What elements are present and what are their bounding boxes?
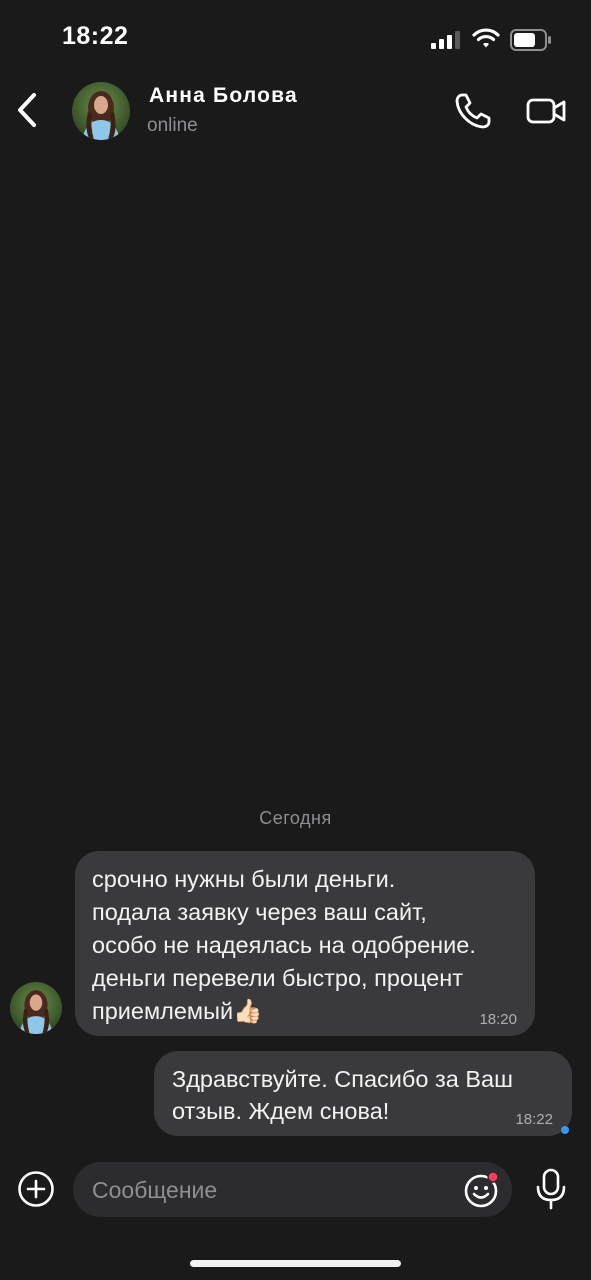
notification-dot bbox=[487, 1171, 499, 1183]
date-separator: Сегодня bbox=[259, 808, 332, 828]
outgoing-message[interactable]: Здравствуйте. Спасибо за Ваш отзыв. Ждем… bbox=[154, 1051, 572, 1136]
wifi-icon bbox=[472, 28, 500, 48]
back-chevron-icon bbox=[18, 93, 36, 127]
incoming-message[interactable]: срочно нужны были деньги. подала заявку … bbox=[75, 851, 535, 1036]
message-text: срочно нужны были деньги. подала заявку … bbox=[92, 866, 476, 1024]
microphone-icon[interactable] bbox=[533, 1167, 569, 1211]
message-time: 18:20 bbox=[479, 1011, 517, 1028]
home-indicator[interactable] bbox=[190, 1260, 401, 1267]
back-button[interactable] bbox=[14, 92, 44, 128]
input-placeholder: Сообщение bbox=[92, 1177, 218, 1203]
contact-name[interactable]: Анна Болова bbox=[149, 84, 298, 108]
message-input[interactable]: Сообщение bbox=[73, 1162, 512, 1217]
battery-icon bbox=[510, 29, 551, 51]
signal-icon bbox=[431, 31, 460, 49]
message-time: 18:22 bbox=[515, 1111, 553, 1128]
video-icon[interactable] bbox=[526, 96, 566, 126]
phone-icon[interactable] bbox=[454, 92, 492, 130]
contact-status: online bbox=[147, 115, 198, 136]
sender-avatar[interactable] bbox=[10, 982, 62, 1034]
avatar[interactable] bbox=[72, 82, 130, 140]
status-time: 18:22 bbox=[62, 22, 129, 50]
message-text: Здравствуйте. Спасибо за Ваш отзыв. Ждем… bbox=[172, 1066, 513, 1124]
plus-circle-icon[interactable] bbox=[17, 1170, 55, 1208]
sticker-icon[interactable] bbox=[462, 1171, 500, 1209]
read-indicator bbox=[561, 1126, 569, 1134]
